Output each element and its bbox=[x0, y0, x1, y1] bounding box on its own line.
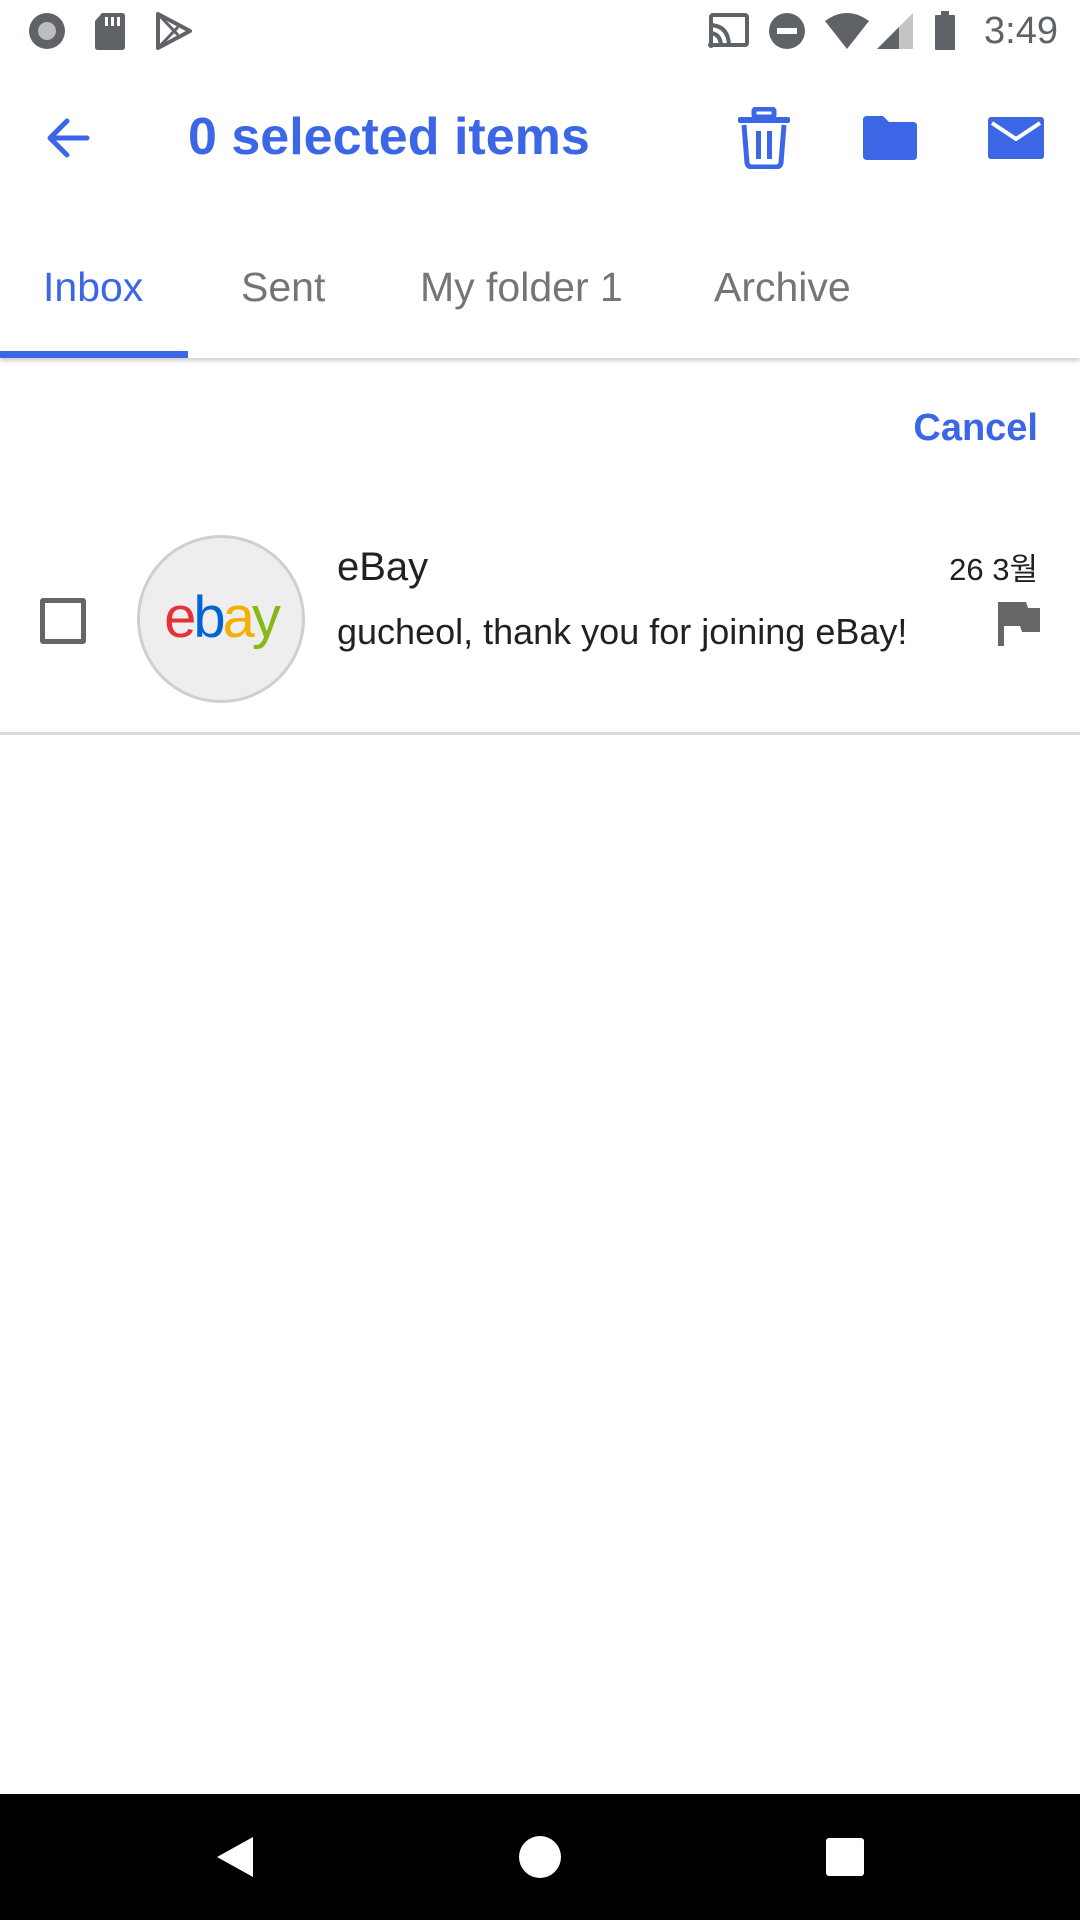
status-bar: 3:49 bbox=[0, 0, 1080, 62]
wifi-icon bbox=[822, 10, 872, 52]
tab-my-folder-1[interactable]: My folder 1 bbox=[420, 262, 623, 312]
sender-name: eBay bbox=[337, 545, 429, 589]
select-checkbox[interactable] bbox=[40, 598, 86, 644]
ebay-logo: ebay bbox=[164, 589, 284, 649]
do-not-disturb-icon bbox=[766, 10, 808, 52]
selection-title: 0 selected items bbox=[188, 108, 590, 166]
svg-text:ebay: ebay bbox=[164, 589, 281, 649]
sd-card-icon bbox=[92, 10, 128, 52]
play-store-icon bbox=[152, 10, 196, 52]
message-date: 26 3월 bbox=[949, 552, 1038, 587]
list-item[interactable]: ebay eBay gucheol, thank you for joining… bbox=[0, 520, 1080, 735]
message-preview: gucheol, thank you for joining eBay! bbox=[337, 611, 908, 652]
battery-icon bbox=[932, 10, 958, 52]
flag-icon[interactable] bbox=[996, 600, 1042, 648]
mail-icon[interactable] bbox=[976, 98, 1056, 178]
tab-sent[interactable]: Sent bbox=[241, 262, 325, 312]
app-bar: 0 selected items bbox=[0, 62, 1080, 212]
nav-home-icon[interactable] bbox=[505, 1822, 575, 1892]
navigation-bar bbox=[0, 1794, 1080, 1920]
status-time: 3:49 bbox=[984, 10, 1058, 52]
avatar: ebay bbox=[137, 535, 305, 703]
folder-tabs: Inbox Sent My folder 1 Archive bbox=[0, 212, 1080, 358]
record-icon bbox=[26, 10, 68, 52]
nav-recents-icon[interactable] bbox=[810, 1822, 880, 1892]
nav-back-icon[interactable] bbox=[200, 1822, 270, 1892]
cast-icon bbox=[706, 10, 752, 52]
tab-inbox[interactable]: Inbox bbox=[43, 262, 143, 312]
tab-archive[interactable]: Archive bbox=[714, 262, 851, 312]
folder-icon[interactable] bbox=[850, 98, 930, 178]
signal-icon bbox=[874, 10, 916, 52]
back-arrow-icon[interactable] bbox=[34, 104, 102, 172]
delete-icon[interactable] bbox=[724, 98, 804, 178]
cancel-button[interactable]: Cancel bbox=[913, 404, 1038, 452]
tab-indicator bbox=[0, 351, 188, 358]
